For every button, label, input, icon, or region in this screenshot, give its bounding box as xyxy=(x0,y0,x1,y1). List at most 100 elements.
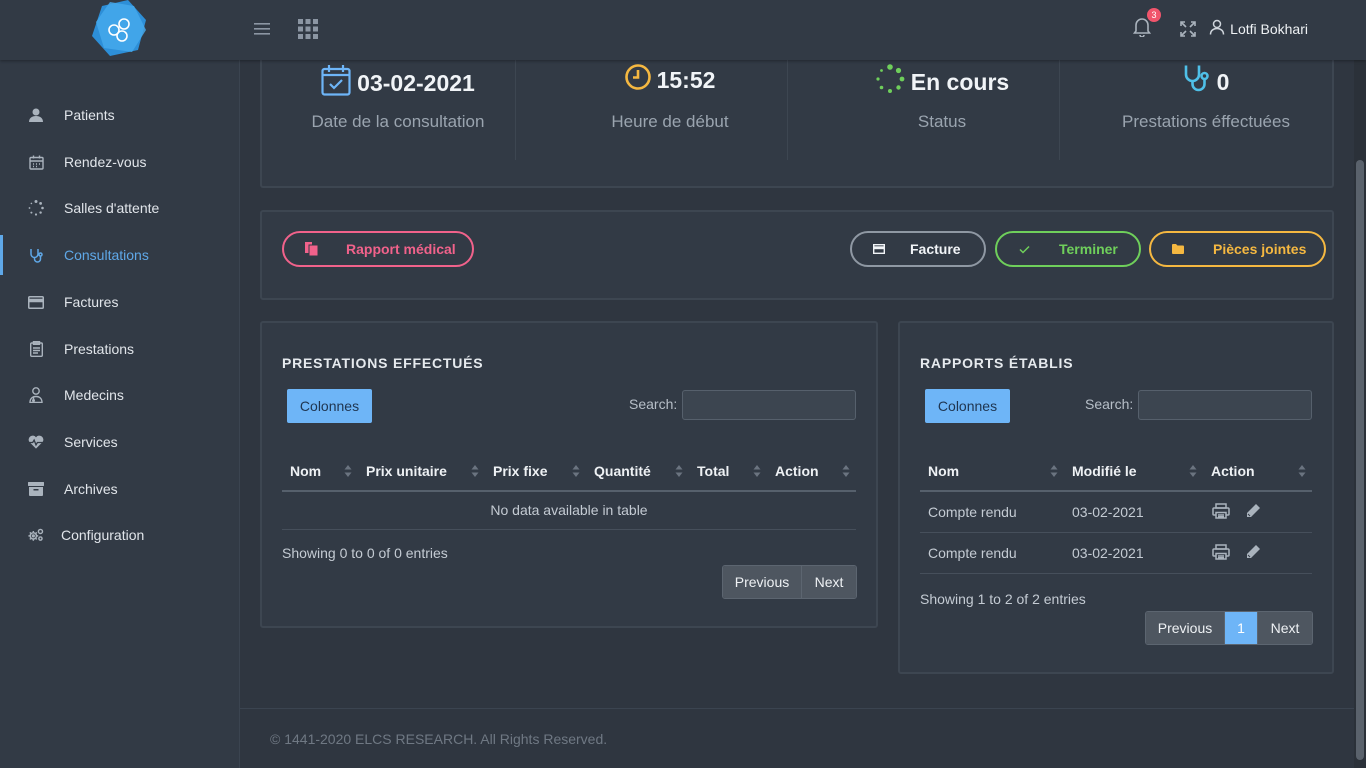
pieces-jointes-label: Pièces jointes xyxy=(1213,241,1307,257)
report-date: 03-02-2021 xyxy=(1064,532,1203,574)
page-scrollbar[interactable] xyxy=(1354,60,1366,768)
next-button[interactable]: Next xyxy=(802,566,856,598)
sort-icon xyxy=(842,465,850,477)
rapport-medical-button[interactable]: Rapport médical xyxy=(282,231,474,267)
credit-card-icon xyxy=(28,294,44,310)
empty-table-message: No data available in table xyxy=(282,491,856,530)
user-icon xyxy=(1209,19,1225,38)
facture-label: Facture xyxy=(910,241,961,257)
stat-prestations-label: Prestations éffectuées xyxy=(1122,112,1290,131)
column-header-action[interactable]: Action xyxy=(1203,451,1312,492)
clock-icon xyxy=(624,64,651,96)
column-header-nom[interactable]: Nom xyxy=(920,451,1064,492)
table-row: Compte rendu 03-02-2021 xyxy=(920,532,1312,574)
sidebar-item-label: Rendez-vous xyxy=(64,154,147,170)
user-menu[interactable]: Lotfi Bokhari xyxy=(1209,19,1308,38)
terminer-button[interactable]: Terminer xyxy=(995,231,1141,267)
stethoscope-icon xyxy=(28,247,44,263)
sidebar-item-label: Services xyxy=(64,434,118,450)
column-header-prix-fixe[interactable]: Prix fixe xyxy=(485,451,586,492)
page-1-button[interactable]: 1 xyxy=(1225,612,1258,644)
fullscreen-icon[interactable] xyxy=(1178,14,1198,44)
stat-divider xyxy=(1332,54,1333,160)
stat-status: En cours Status xyxy=(806,54,1078,162)
app-logo[interactable] xyxy=(88,0,150,56)
column-header-nom[interactable]: Nom xyxy=(282,451,358,492)
rapports-columns-button[interactable]: Colonnes xyxy=(925,389,1010,423)
scrollbar-thumb[interactable] xyxy=(1356,160,1364,760)
sort-icon xyxy=(1189,465,1197,477)
heartbeat-icon xyxy=(28,434,44,450)
print-icon[interactable] xyxy=(1211,542,1231,562)
check-icon xyxy=(1017,242,1031,256)
sidebar: Patients Rendez-vous Salles d'attente Co… xyxy=(0,60,240,768)
report-date: 03-02-2021 xyxy=(1064,491,1203,533)
sort-icon xyxy=(675,465,683,477)
prestations-search-label: Search: xyxy=(629,396,678,412)
sidebar-item-label: Configuration xyxy=(61,527,145,543)
stat-time: 15:52 Heure de début xyxy=(534,54,806,162)
cogs-icon xyxy=(28,527,44,543)
stat-prestations: 0 Prestations éffectuées xyxy=(1070,54,1342,162)
sidebar-item-salles-attente[interactable]: Salles d'attente xyxy=(0,188,239,228)
sort-icon xyxy=(1050,465,1058,477)
column-header-action[interactable]: Action xyxy=(767,451,856,492)
sort-icon xyxy=(753,465,761,477)
sidebar-item-medecins[interactable]: Medecins xyxy=(0,375,239,415)
report-name: Compte rendu xyxy=(920,491,1064,533)
rapports-panel: RAPPORTS ÉTABLIS Colonnes Search: Nom Mo… xyxy=(898,321,1334,674)
stat-divider xyxy=(787,54,788,160)
actions-card: Rapport médical Facture Terminer Pièces … xyxy=(260,210,1334,300)
next-button[interactable]: Next xyxy=(1258,612,1312,644)
column-header-prix-unitaire[interactable]: Prix unitaire xyxy=(358,451,485,492)
clipboard-icon xyxy=(28,341,44,357)
sidebar-item-services[interactable]: Services xyxy=(0,422,239,462)
apps-grid-icon[interactable] xyxy=(296,14,320,44)
rapports-table-info: Showing 1 to 2 of 2 entries xyxy=(920,591,1086,607)
sidebar-item-label: Salles d'attente xyxy=(64,200,160,216)
report-actions xyxy=(1203,491,1312,533)
edit-pencil-icon[interactable] xyxy=(1243,542,1263,562)
sidebar-item-rendez-vous[interactable]: Rendez-vous xyxy=(0,142,239,182)
notification-badge: 3 xyxy=(1147,8,1161,22)
notifications-button[interactable]: 3 xyxy=(1131,8,1161,44)
prestations-search-input[interactable] xyxy=(682,390,856,420)
sidebar-item-label: Consultations xyxy=(64,247,149,263)
edit-pencil-icon[interactable] xyxy=(1243,501,1263,521)
footer: © 1441-2020 ELCS RESEARCH. All Rights Re… xyxy=(240,708,1354,768)
column-header-total[interactable]: Total xyxy=(689,451,767,492)
pieces-jointes-button[interactable]: Pièces jointes xyxy=(1149,231,1326,267)
sidebar-item-configuration[interactable]: Configuration xyxy=(0,515,239,555)
rapports-search-input[interactable] xyxy=(1138,390,1312,420)
print-icon[interactable] xyxy=(1211,501,1231,521)
calendar-check-icon xyxy=(321,64,351,102)
sidebar-item-factures[interactable]: Factures xyxy=(0,282,239,322)
sidebar-item-label: Prestations xyxy=(64,341,135,357)
column-header-modifie-le[interactable]: Modifié le xyxy=(1064,451,1203,492)
sidebar-item-patients[interactable]: Patients xyxy=(0,95,239,135)
prestations-columns-button[interactable]: Colonnes xyxy=(287,389,372,423)
sidebar-item-consultations[interactable]: Consultations xyxy=(0,235,239,275)
stat-prestations-value: 0 xyxy=(1216,68,1230,95)
folder-icon xyxy=(1171,242,1185,256)
sort-icon xyxy=(471,465,479,477)
menu-toggle-icon[interactable] xyxy=(252,14,272,44)
spinner-icon xyxy=(875,64,905,100)
facture-button[interactable]: Facture xyxy=(850,231,986,267)
sort-icon xyxy=(572,465,580,477)
stat-time-value: 15:52 xyxy=(656,66,716,93)
terminer-label: Terminer xyxy=(1059,241,1118,257)
consultation-summary-card: 03-02-2021 Date de la consultation 15:52… xyxy=(260,54,1334,188)
stat-date-value: 03-02-2021 xyxy=(357,69,475,96)
sidebar-item-prestations[interactable]: Prestations xyxy=(0,329,239,369)
sidebar-item-archives[interactable]: Archives xyxy=(0,469,239,509)
previous-button[interactable]: Previous xyxy=(723,566,802,598)
prestations-title: PRESTATIONS EFFECTUÉS xyxy=(282,355,484,371)
sort-icon xyxy=(344,465,352,477)
column-header-quantite[interactable]: Quantité xyxy=(586,451,689,492)
prestations-table-info: Showing 0 to 0 of 0 entries xyxy=(282,545,448,561)
previous-button[interactable]: Previous xyxy=(1146,612,1225,644)
calendar-icon xyxy=(28,154,44,170)
archive-icon xyxy=(28,481,44,497)
report-name: Compte rendu xyxy=(920,532,1064,574)
